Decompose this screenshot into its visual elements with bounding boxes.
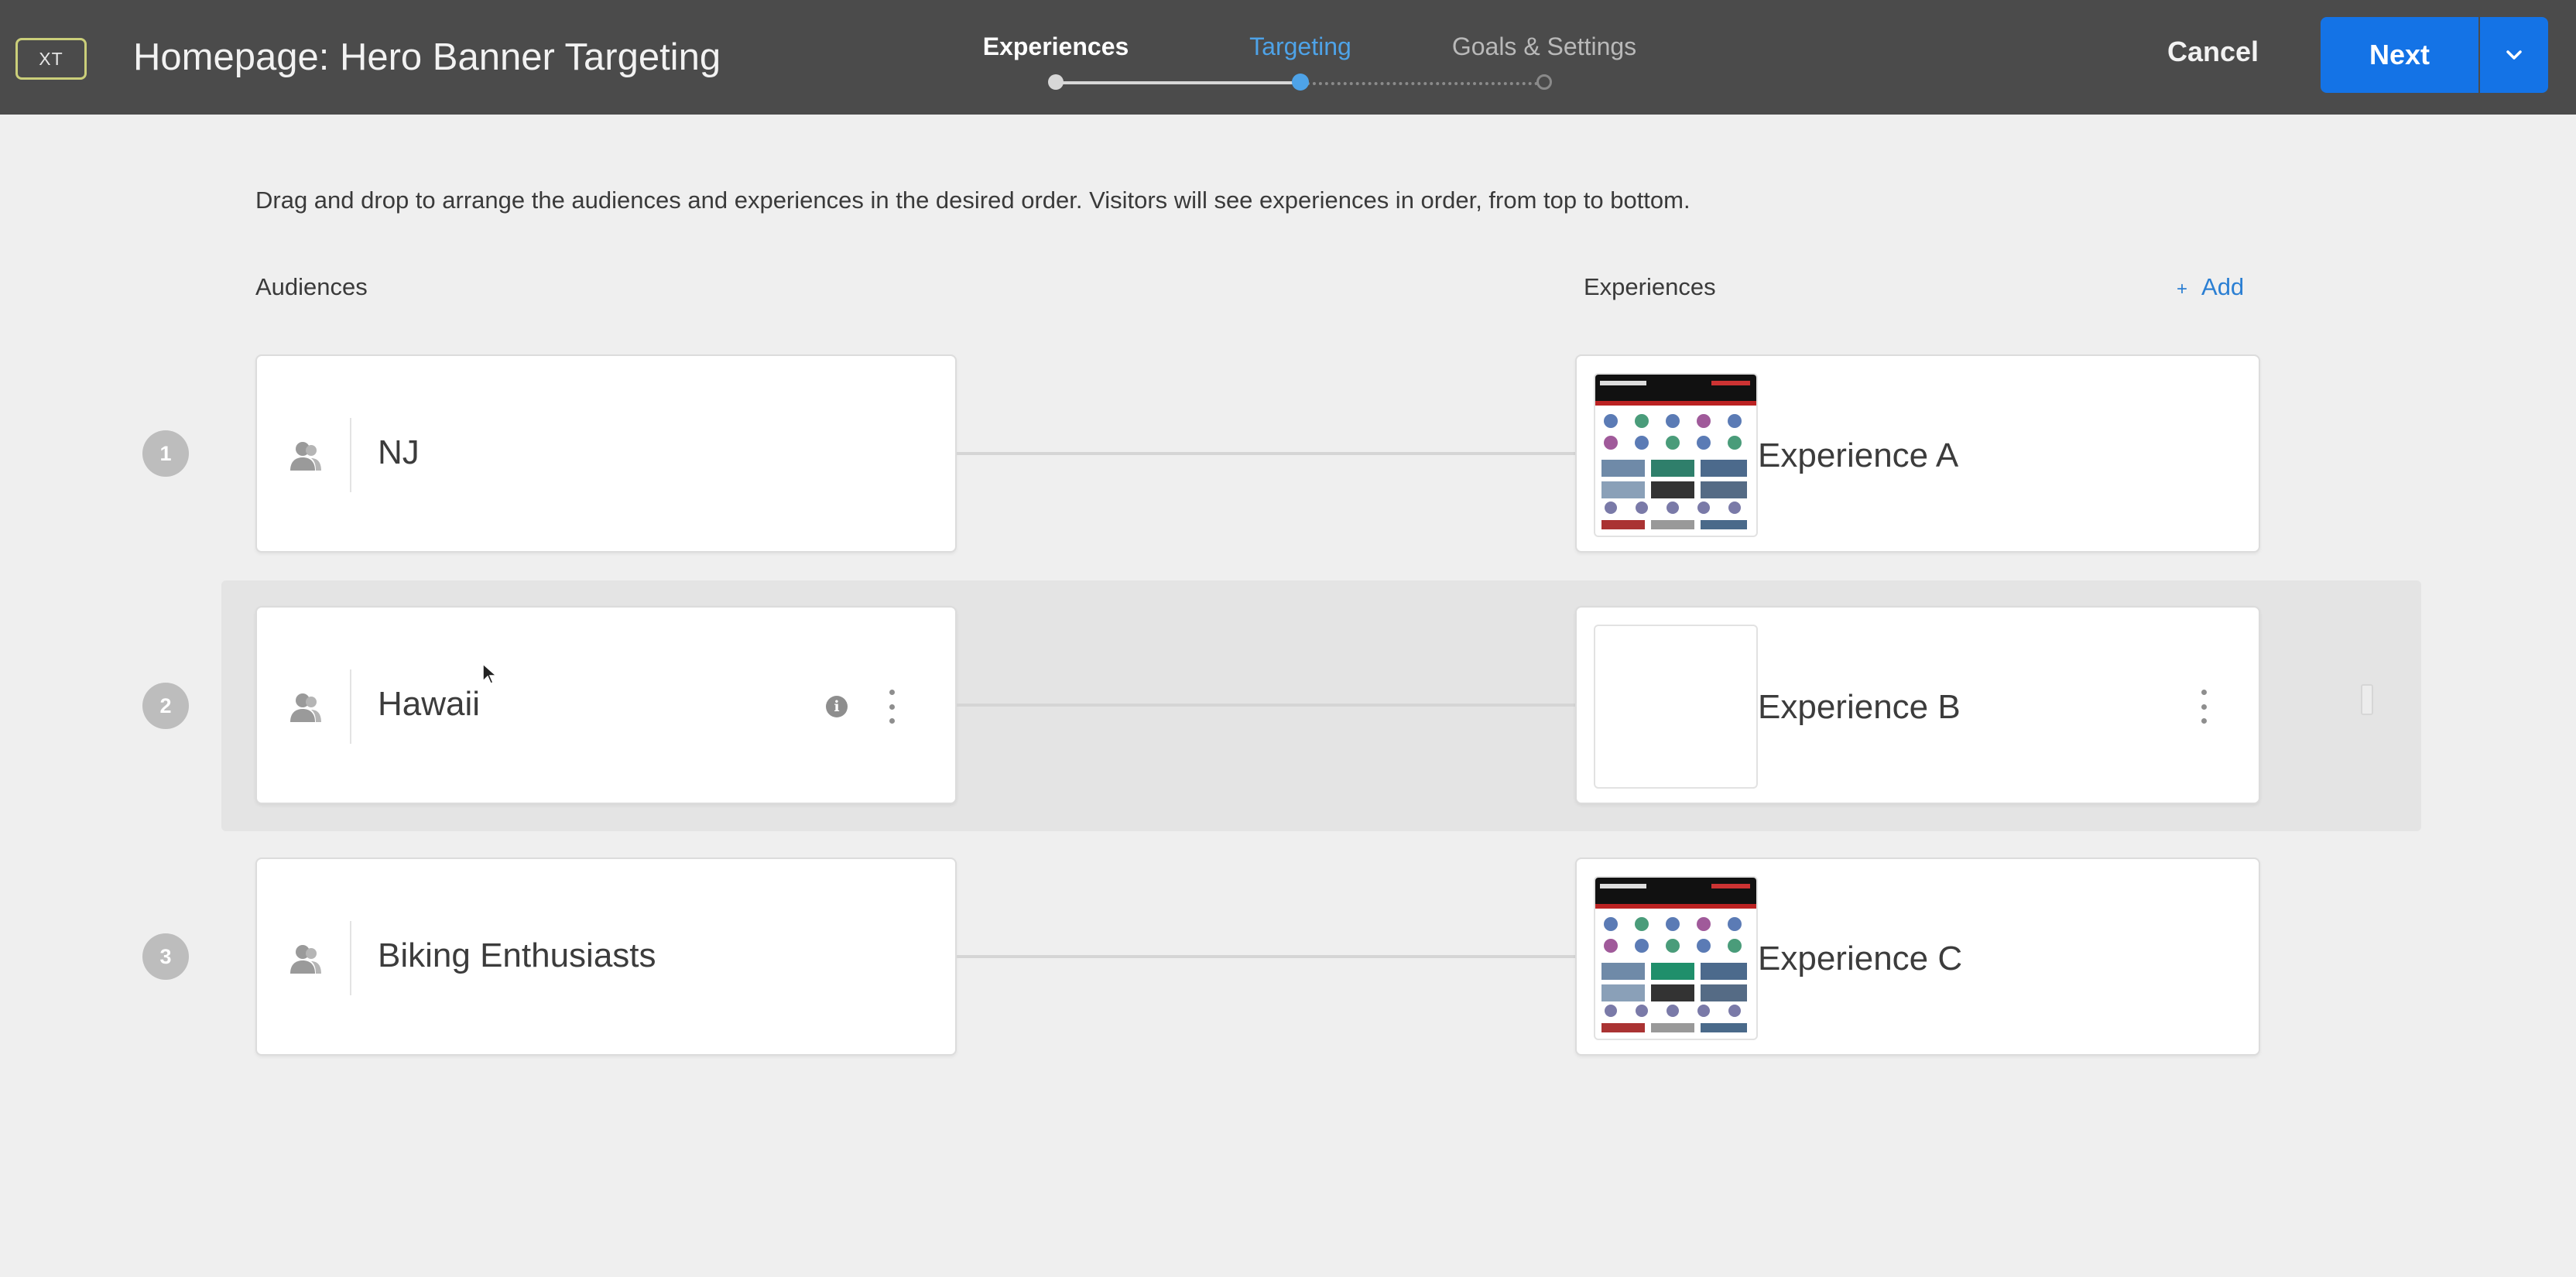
step-experiences-dot: [1048, 74, 1064, 90]
card-divider: [350, 921, 351, 995]
experience-thumbnail-blank: [1594, 625, 1758, 789]
mouse-pointer-icon: [482, 662, 498, 684]
audience-name: NJ: [378, 433, 420, 471]
experience-thumbnail: [1594, 876, 1758, 1040]
person-icon: [290, 442, 321, 471]
person-icon: [290, 945, 321, 974]
experience-card[interactable]: Experience A: [1575, 354, 2260, 553]
more-vertical-icon[interactable]: [884, 690, 899, 724]
card-divider: [350, 669, 351, 744]
step-targeting-dot: [1292, 74, 1309, 91]
audience-card[interactable]: Hawaii i: [255, 606, 957, 804]
row-connector: [957, 452, 1575, 455]
audience-card[interactable]: Biking Enthusiasts: [255, 858, 957, 1056]
activity-title: Homepage: Hero Banner Targeting: [133, 36, 721, 78]
row-number: 1: [142, 430, 189, 477]
experiences-column-heading: Experiences: [1584, 273, 1716, 300]
instructions-text: Drag and drop to arrange the audiences a…: [255, 187, 1690, 214]
cancel-button[interactable]: Cancel: [2167, 36, 2259, 68]
add-experience-button[interactable]: + Add: [2177, 273, 2244, 301]
chevron-down-icon: [2506, 50, 2522, 60]
info-icon[interactable]: i: [826, 696, 848, 717]
next-button[interactable]: Next: [2321, 17, 2478, 93]
experience-name: Experience C: [1758, 940, 1963, 977]
row-connector: [957, 955, 1575, 958]
next-dropdown-button[interactable]: [2480, 17, 2548, 93]
more-vertical-icon[interactable]: [2196, 690, 2211, 724]
step-remaining-line: [1300, 82, 1544, 85]
row-number: 3: [142, 933, 189, 980]
plus-icon: +: [2177, 279, 2188, 300]
drag-handle-icon[interactable]: [2361, 684, 2373, 715]
experience-thumbnail: [1594, 373, 1758, 537]
experience-card[interactable]: Experience C: [1575, 858, 2260, 1056]
row-number: 2: [142, 683, 189, 729]
card-divider: [350, 418, 351, 492]
experience-name: Experience A: [1758, 437, 1959, 474]
step-experiences[interactable]: Experiences: [983, 33, 1129, 61]
app-header: XT Homepage: Hero Banner Targeting Exper…: [0, 0, 2576, 115]
step-goals-settings-dot: [1536, 74, 1552, 90]
audiences-column-heading: Audiences: [255, 273, 368, 300]
audience-card[interactable]: NJ: [255, 354, 957, 553]
experience-name: Experience B: [1758, 688, 1961, 726]
add-label: Add: [2201, 273, 2245, 300]
experience-card[interactable]: Experience B: [1575, 606, 2260, 804]
workflow-stepper: Experiences Targeting Goals & Settings: [960, 0, 1656, 115]
step-progress-line: [1056, 81, 1300, 84]
person-icon: [290, 693, 321, 722]
activity-type-badge: XT: [15, 38, 87, 80]
step-targeting[interactable]: Targeting: [1249, 33, 1351, 61]
row-connector: [957, 704, 1575, 707]
audience-name: Hawaii: [378, 685, 481, 723]
audience-name: Biking Enthusiasts: [378, 936, 656, 974]
step-goals-settings[interactable]: Goals & Settings: [1452, 33, 1636, 61]
